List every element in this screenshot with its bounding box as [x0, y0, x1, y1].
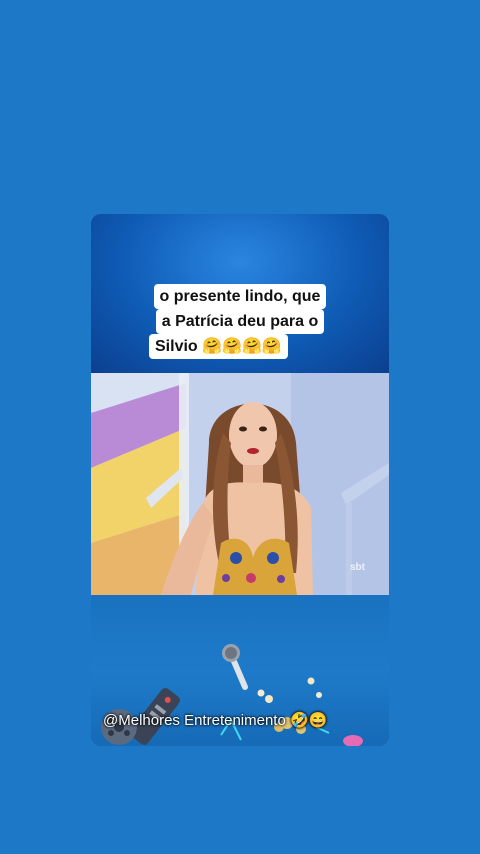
sticker-panel: @Melhores Entretenimento 🤣😄	[91, 595, 389, 746]
video-frame[interactable]: sbt	[91, 373, 389, 595]
caption-line-1: o presente lindo, que	[153, 284, 327, 309]
video-scene	[91, 373, 389, 595]
channel-logo: sbt	[350, 562, 365, 573]
caption-line-2: a Patrícia deu para o	[155, 309, 325, 334]
watermark-handle: @Melhores Entretenimento 🤣😄	[103, 712, 328, 729]
caption-panel: o presente lindo, que a Patrícia deu par…	[91, 214, 389, 373]
story-card[interactable]: o presente lindo, que a Patrícia deu par…	[91, 214, 389, 746]
caption-box: o presente lindo, que a Patrícia deu par…	[91, 284, 389, 359]
lips-icon	[343, 735, 363, 746]
caption-line-3: Silvio 🤗🤗🤗🤗	[149, 334, 288, 359]
microphone-icon	[222, 644, 248, 690]
